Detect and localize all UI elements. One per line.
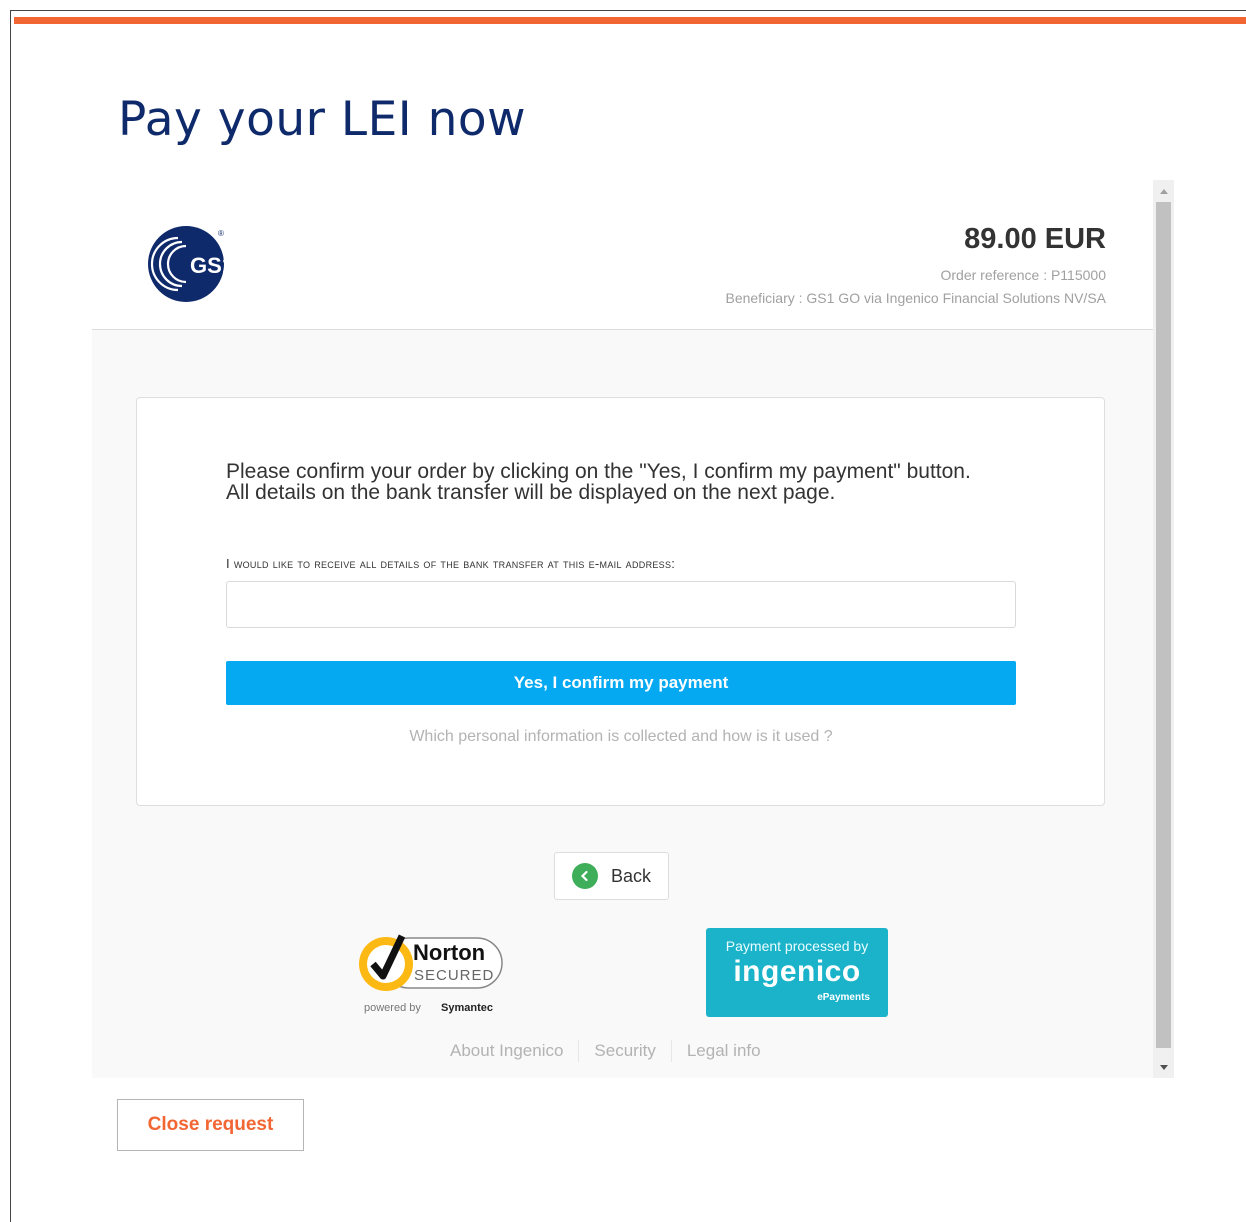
confirm-payment-button[interactable]: Yes, I confirm my payment: [226, 661, 1016, 705]
ingenico-caption: Payment processed by: [725, 938, 869, 954]
footer-link-about[interactable]: About Ingenico: [450, 1041, 563, 1061]
page-title: Pay your LEI now: [118, 92, 527, 147]
gs1-logo-letters: GS1: [190, 253, 234, 278]
back-button[interactable]: Back: [554, 852, 669, 900]
footer-separator: [578, 1040, 580, 1062]
beneficiary: Beneficiary : GS1 GO via Ingenico Financ…: [725, 290, 1106, 306]
norton-secured-text: SECURED: [414, 967, 494, 984]
svg-text:®: ®: [218, 229, 224, 238]
norton-secured-badge: Norton SECURED powered by Symantec: [359, 934, 503, 1014]
back-button-label: Back: [610, 865, 652, 886]
scroll-up-arrow-icon[interactable]: [1153, 182, 1174, 200]
gs1-logo: GS1 ®: [148, 226, 234, 302]
footer-separator: [670, 1040, 672, 1062]
payment-header: GS1 ® 89.00 EUR Order reference : P11500…: [92, 180, 1153, 330]
ingenico-name: ingenico: [733, 955, 861, 988]
email-input[interactable]: [226, 581, 1016, 628]
footer-links: About Ingenico Security Legal info: [450, 1040, 761, 1062]
top-accent-bar: [14, 17, 1246, 24]
payment-frame: GS1 ® 89.00 EUR Order reference : P11500…: [92, 180, 1174, 1078]
instruction-text: Please confirm your order by clicking on…: [226, 461, 1046, 503]
order-reference: Order reference : P115000: [940, 267, 1106, 283]
close-request-button[interactable]: Close request: [117, 1099, 304, 1151]
ingenico-badge: Payment processed by ingenico ePayments: [706, 928, 888, 1017]
scroll-down-arrow-icon[interactable]: [1153, 1058, 1174, 1076]
instruction-line-1: Please confirm your order by clicking on…: [226, 460, 971, 483]
payment-body: Please confirm your order by clicking on…: [92, 330, 1153, 1078]
email-label: I would like to receive all details of t…: [226, 556, 676, 571]
norton-powered-text: powered by: [364, 1002, 421, 1014]
norton-symantec-text: Symantec: [441, 1002, 493, 1014]
scrollbar-thumb[interactable]: [1156, 202, 1171, 1048]
footer-link-legal[interactable]: Legal info: [687, 1041, 761, 1061]
vertical-scrollbar[interactable]: [1153, 180, 1174, 1078]
confirmation-card: Please confirm your order by clicking on…: [136, 397, 1105, 806]
footer-link-security[interactable]: Security: [594, 1041, 655, 1061]
instruction-line-2: All details on the bank transfer will be…: [226, 481, 836, 504]
back-chevron-icon: [571, 863, 598, 889]
privacy-info-link[interactable]: Which personal information is collected …: [226, 728, 1016, 746]
ingenico-sub: ePayments: [817, 992, 870, 1003]
norton-name: Norton: [413, 940, 485, 965]
payment-amount: 89.00 EUR: [964, 223, 1106, 255]
